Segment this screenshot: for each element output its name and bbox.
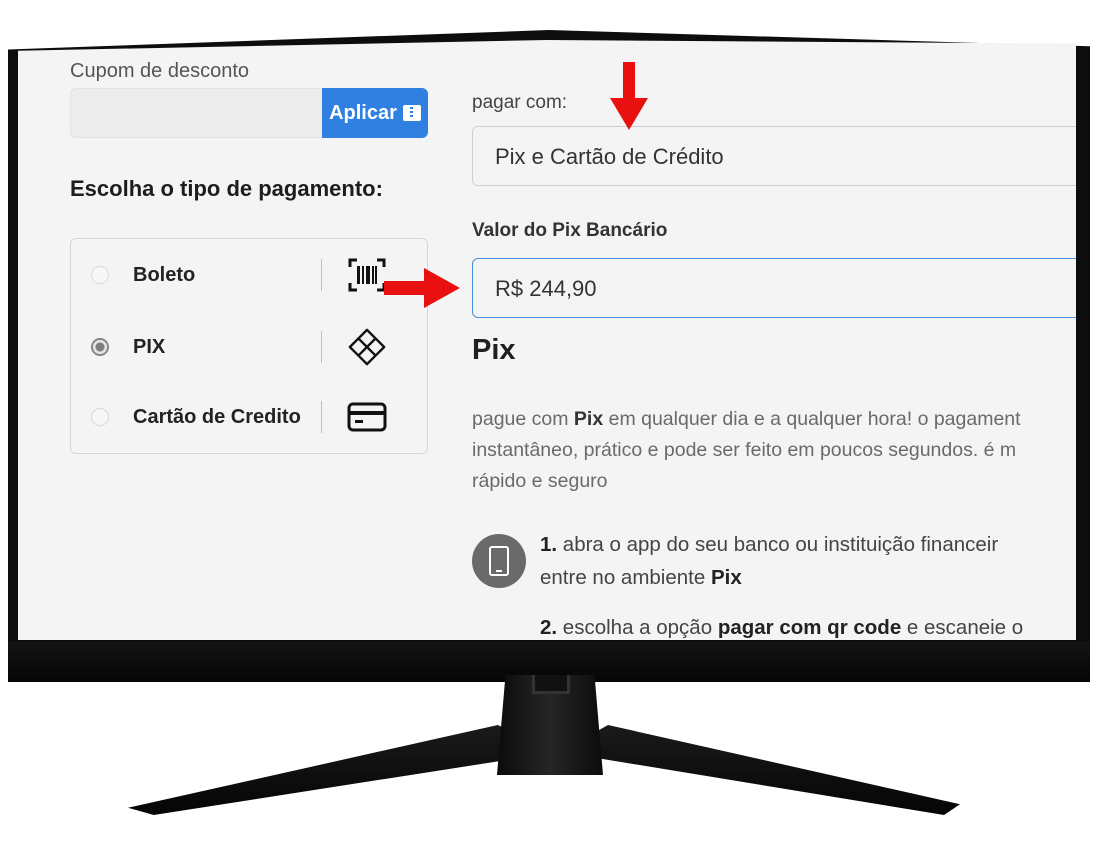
payment-type-title: Escolha o tipo de pagamento: bbox=[70, 176, 383, 201]
pix-icon bbox=[347, 327, 387, 367]
option-credit-card[interactable]: Cartão de Credito bbox=[71, 387, 427, 447]
right-arrow-icon bbox=[384, 268, 460, 308]
credit-card-icon bbox=[347, 397, 387, 437]
option-boleto[interactable]: Boleto bbox=[71, 245, 427, 305]
option-divider bbox=[321, 259, 322, 291]
step-2-text: 2. escolha a opção pagar com qr code e e… bbox=[540, 616, 1024, 639]
option-divider bbox=[321, 401, 322, 433]
pix-radio[interactable] bbox=[91, 338, 109, 356]
pix-section-title: Pix bbox=[472, 334, 516, 366]
apply-coupon-button[interactable]: Aplicar bbox=[322, 88, 428, 138]
credit-card-radio[interactable] bbox=[91, 408, 109, 426]
pix-amount-label: Valor do Pix Bancário bbox=[472, 220, 668, 241]
option-label: PIX bbox=[133, 335, 166, 358]
coupon-label: Cupom de desconto bbox=[70, 60, 250, 82]
pay-with-label: pagar com: bbox=[472, 92, 568, 113]
option-label: Boleto bbox=[133, 263, 196, 286]
stand-cable-port bbox=[532, 675, 570, 694]
option-divider bbox=[321, 331, 322, 363]
pix-amount-input[interactable]: R$ 244,90 bbox=[472, 258, 1076, 318]
boleto-radio[interactable] bbox=[91, 266, 109, 284]
step-1-text: 1. abra o app do seu banco ou instituiçã… bbox=[540, 533, 999, 589]
monitor-screen: Cupom de desconto Aplicar Escolha o tipo… bbox=[18, 40, 1076, 640]
option-pix[interactable]: PIX bbox=[71, 317, 427, 377]
payment-options: Boleto PIX Cartão de Credito bbox=[70, 238, 428, 454]
option-label: Cartão de Credito bbox=[133, 405, 301, 428]
phone-icon bbox=[472, 534, 526, 588]
apply-button-label: Aplicar bbox=[329, 101, 397, 124]
stand-right-leg bbox=[560, 725, 960, 815]
ticket-icon bbox=[402, 105, 421, 121]
barcode-icon bbox=[347, 255, 387, 295]
pix-description: pague com Pix em qualquer dia e a qualqu… bbox=[472, 408, 1021, 492]
coupon-input[interactable] bbox=[70, 88, 322, 138]
down-arrow-icon bbox=[610, 62, 648, 130]
pay-with-select[interactable]: Pix e Cartão de Crédito bbox=[472, 126, 1076, 186]
stand-left-leg bbox=[128, 725, 558, 815]
